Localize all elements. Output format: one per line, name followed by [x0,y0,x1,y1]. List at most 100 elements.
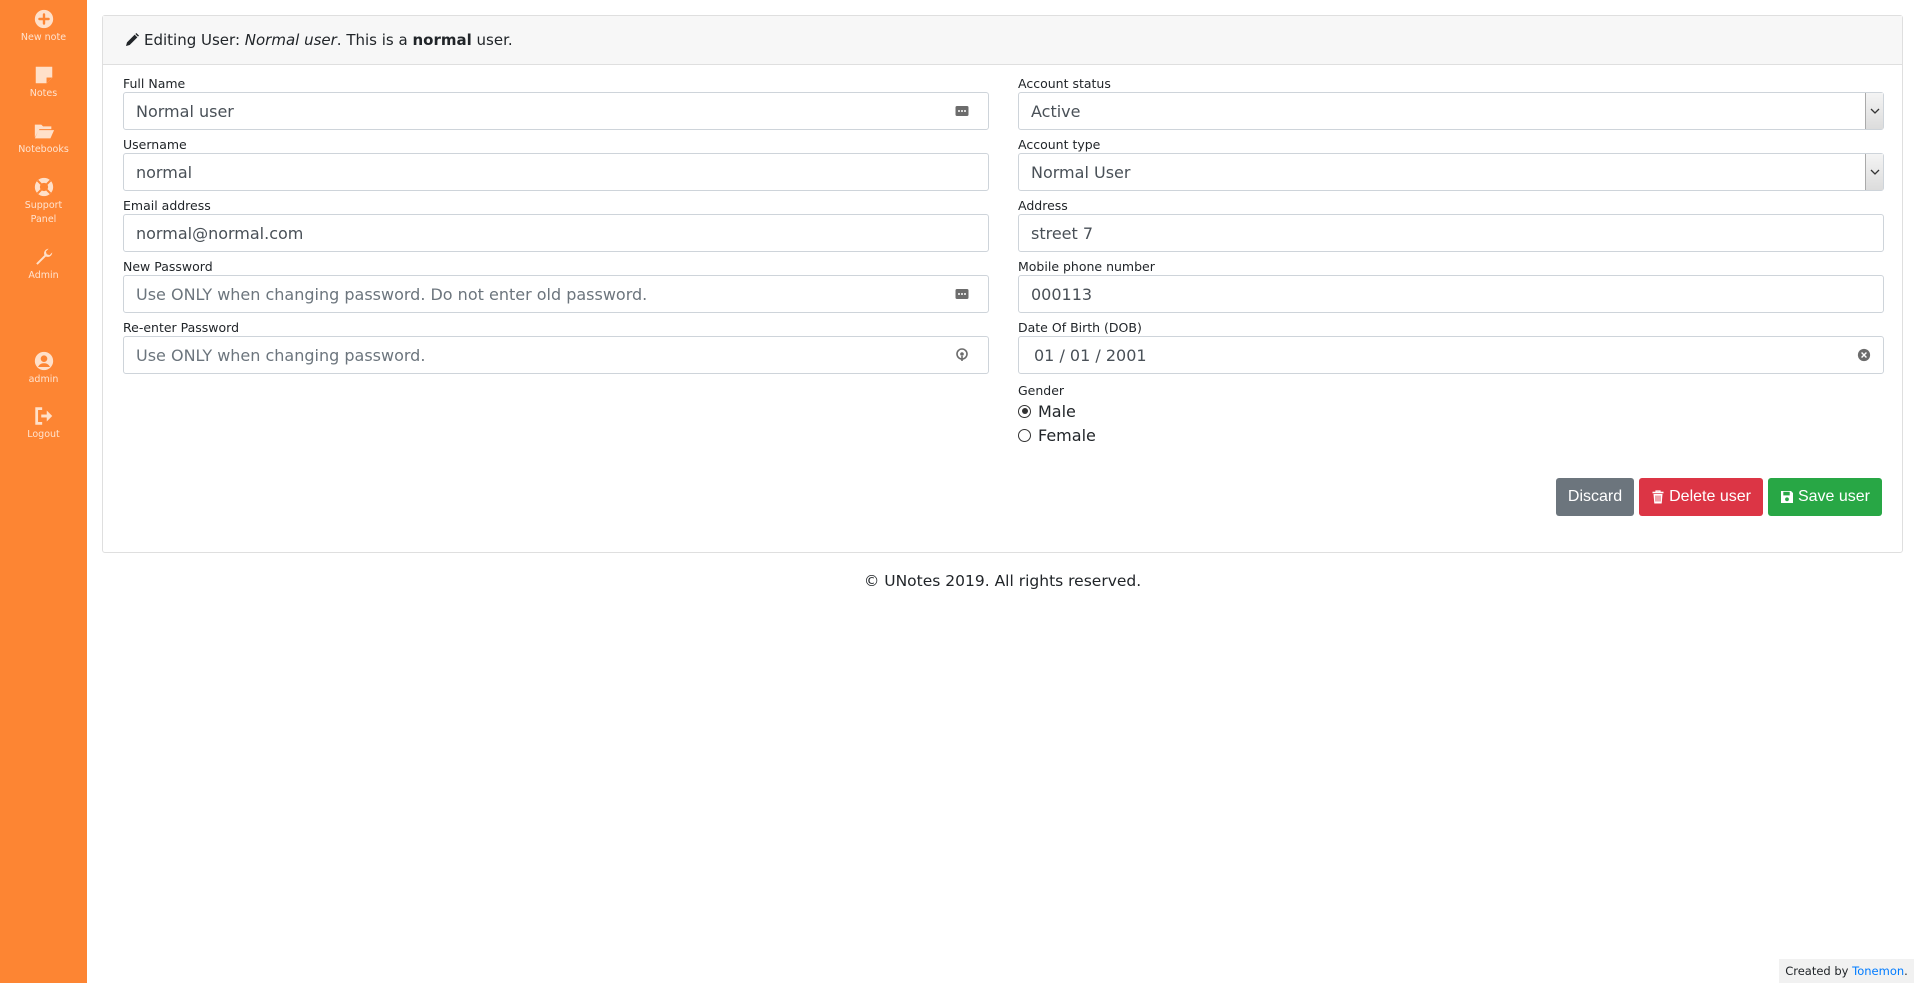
reenter-password-field[interactable]: Use ONLY when changing password. [123,336,989,374]
email-group: Email address normal@normal.com [123,198,989,259]
email-field[interactable]: normal@normal.com [123,214,989,252]
trash-icon [1652,490,1664,504]
card-header: Editing User: Normal user . This is a no… [103,16,1902,65]
sidebar-item-admin[interactable]: Admin [0,246,87,283]
gender-option-female[interactable]: Female [1018,423,1884,447]
folder-open-icon [34,124,54,139]
gender-option-male[interactable]: Male [1018,399,1884,423]
sidebar-item-label: Notes [29,88,58,99]
address-field[interactable]: street 7 [1018,214,1884,252]
sticky-note-icon [35,66,52,84]
mobile-group: Mobile phone number 000113 [1018,259,1884,320]
credit-prefix: Created by [1785,964,1853,978]
email-label: Email address [123,198,211,213]
address-label: Address [1018,198,1068,213]
save-user-button[interactable]: Save user [1767,478,1882,516]
new-password-group: New Password Use ONLY when changing pass… [123,259,989,320]
delete-user-label: Delete user [1669,488,1751,505]
chevron-down-icon [1870,108,1879,114]
mobile-field[interactable]: 000113 [1018,275,1884,313]
gender-label: Gender [1018,383,1065,398]
account-type-select[interactable]: Normal User [1018,153,1884,191]
reenter-password-placeholder: Use ONLY when changing password. [136,345,426,365]
select-arrow[interactable] [1865,93,1883,129]
save-icon [1780,491,1793,503]
account-type-group: Account type Normal User [1018,137,1884,198]
credit-link[interactable]: Tonemon [1852,964,1904,978]
reenter-password-group: Re-enter Password Use ONLY when changing… [123,320,989,381]
username-group: Username normal [123,137,989,198]
header-user-name: Normal user [244,31,337,49]
sidebar-item-label: Logout [27,429,60,440]
wrench-icon [35,248,52,265]
radio-male[interactable] [1018,404,1031,418]
lifebuoy-icon [34,177,53,197]
account-status-label: Account status [1018,76,1111,91]
sidebar-item-new-note[interactable]: New note [0,8,87,45]
sidebar-item-user[interactable]: admin [0,350,87,387]
dob-group: Date Of Birth (DOB) 01 / 01 / 2001 [1018,320,1884,381]
header-suffix: user. [471,31,513,49]
dob-label: Date Of Birth (DOB) [1018,320,1142,335]
sidebar-item-label: admin [28,374,59,385]
sidebar-item-notes[interactable]: Notes [0,64,87,101]
username-label: Username [123,137,187,152]
mobile-value: 000113 [1031,284,1093,304]
full-name-field[interactable]: Normal user [123,92,989,130]
chevron-down-icon [1870,169,1879,175]
edit-user-card: Editing User: Normal user . This is a no… [102,15,1903,553]
sidebar-item-label: New note [20,32,67,43]
plus-circle-icon [34,9,53,29]
delete-user-button[interactable]: Delete user [1639,478,1763,516]
dob-value: 01 / 01 / 2001 [1034,345,1147,365]
account-status-select[interactable]: Active [1018,92,1884,130]
email-value: normal@normal.com [136,223,304,243]
new-password-field[interactable]: Use ONLY when changing password. Do not … [123,275,989,313]
form-left-column: Full Name Normal user Username normal Em… [123,76,989,381]
form-right-column: Account status Active Account type Norma… [1018,76,1884,447]
new-password-placeholder: Use ONLY when changing password. Do not … [136,284,648,304]
header-role: normal [412,31,472,49]
gender-female-label: Female [1038,425,1096,445]
reenter-password-label: Re-enter Password [123,320,240,335]
mobile-label: Mobile phone number [1018,259,1155,274]
full-name-group: Full Name Normal user [123,76,989,137]
account-type-label: Account type [1018,137,1101,152]
header-prefix: Editing User: [144,31,245,49]
gender-male-label: Male [1038,401,1076,421]
clear-icon[interactable] [1857,348,1871,362]
key-icon[interactable] [954,347,970,363]
header-mid: . This is a [336,31,413,49]
new-password-label: New Password [123,259,213,274]
footer-copyright: © UNotes 2019. All rights reserved. [863,572,1142,590]
sidebar-item-label: Support Panel [24,200,63,225]
username-field[interactable]: normal [123,153,989,191]
username-value: normal [136,162,193,182]
sidebar-item-support-panel[interactable]: Support Panel [0,176,87,227]
account-status-group: Account status Active [1018,76,1884,137]
sidebar-item-label: Admin [28,270,59,281]
pencil-icon [126,33,139,46]
discard-button[interactable]: Discard [1555,478,1635,516]
dob-field[interactable]: 01 / 01 / 2001 [1018,336,1884,374]
sidebar-item-notebooks[interactable]: Notebooks [0,120,87,157]
address-value: street 7 [1031,223,1094,243]
account-status-value: Active [1031,101,1081,121]
address-group: Address street 7 [1018,198,1884,259]
credit-suffix: . [1904,964,1908,978]
password-manager-icon[interactable] [954,103,970,119]
user-circle-icon [34,351,53,371]
sidebar-item-logout[interactable]: Logout [0,405,87,442]
discard-label: Discard [1567,488,1623,505]
select-arrow[interactable] [1865,154,1883,190]
form-actions: Discard Delete user Save user [1555,478,1882,516]
full-name-label: Full Name [123,76,186,91]
radio-female[interactable] [1018,428,1031,442]
sidebar-item-label: Notebooks [18,144,69,155]
created-by-badge: Created by Tonemon. [1779,959,1914,983]
account-type-value: Normal User [1031,162,1131,182]
save-user-label: Save user [1797,488,1870,505]
sidebar: New note Notes Notebooks Support Panel A… [0,0,87,983]
password-manager-icon[interactable] [954,286,970,302]
sign-out-icon [34,407,52,425]
